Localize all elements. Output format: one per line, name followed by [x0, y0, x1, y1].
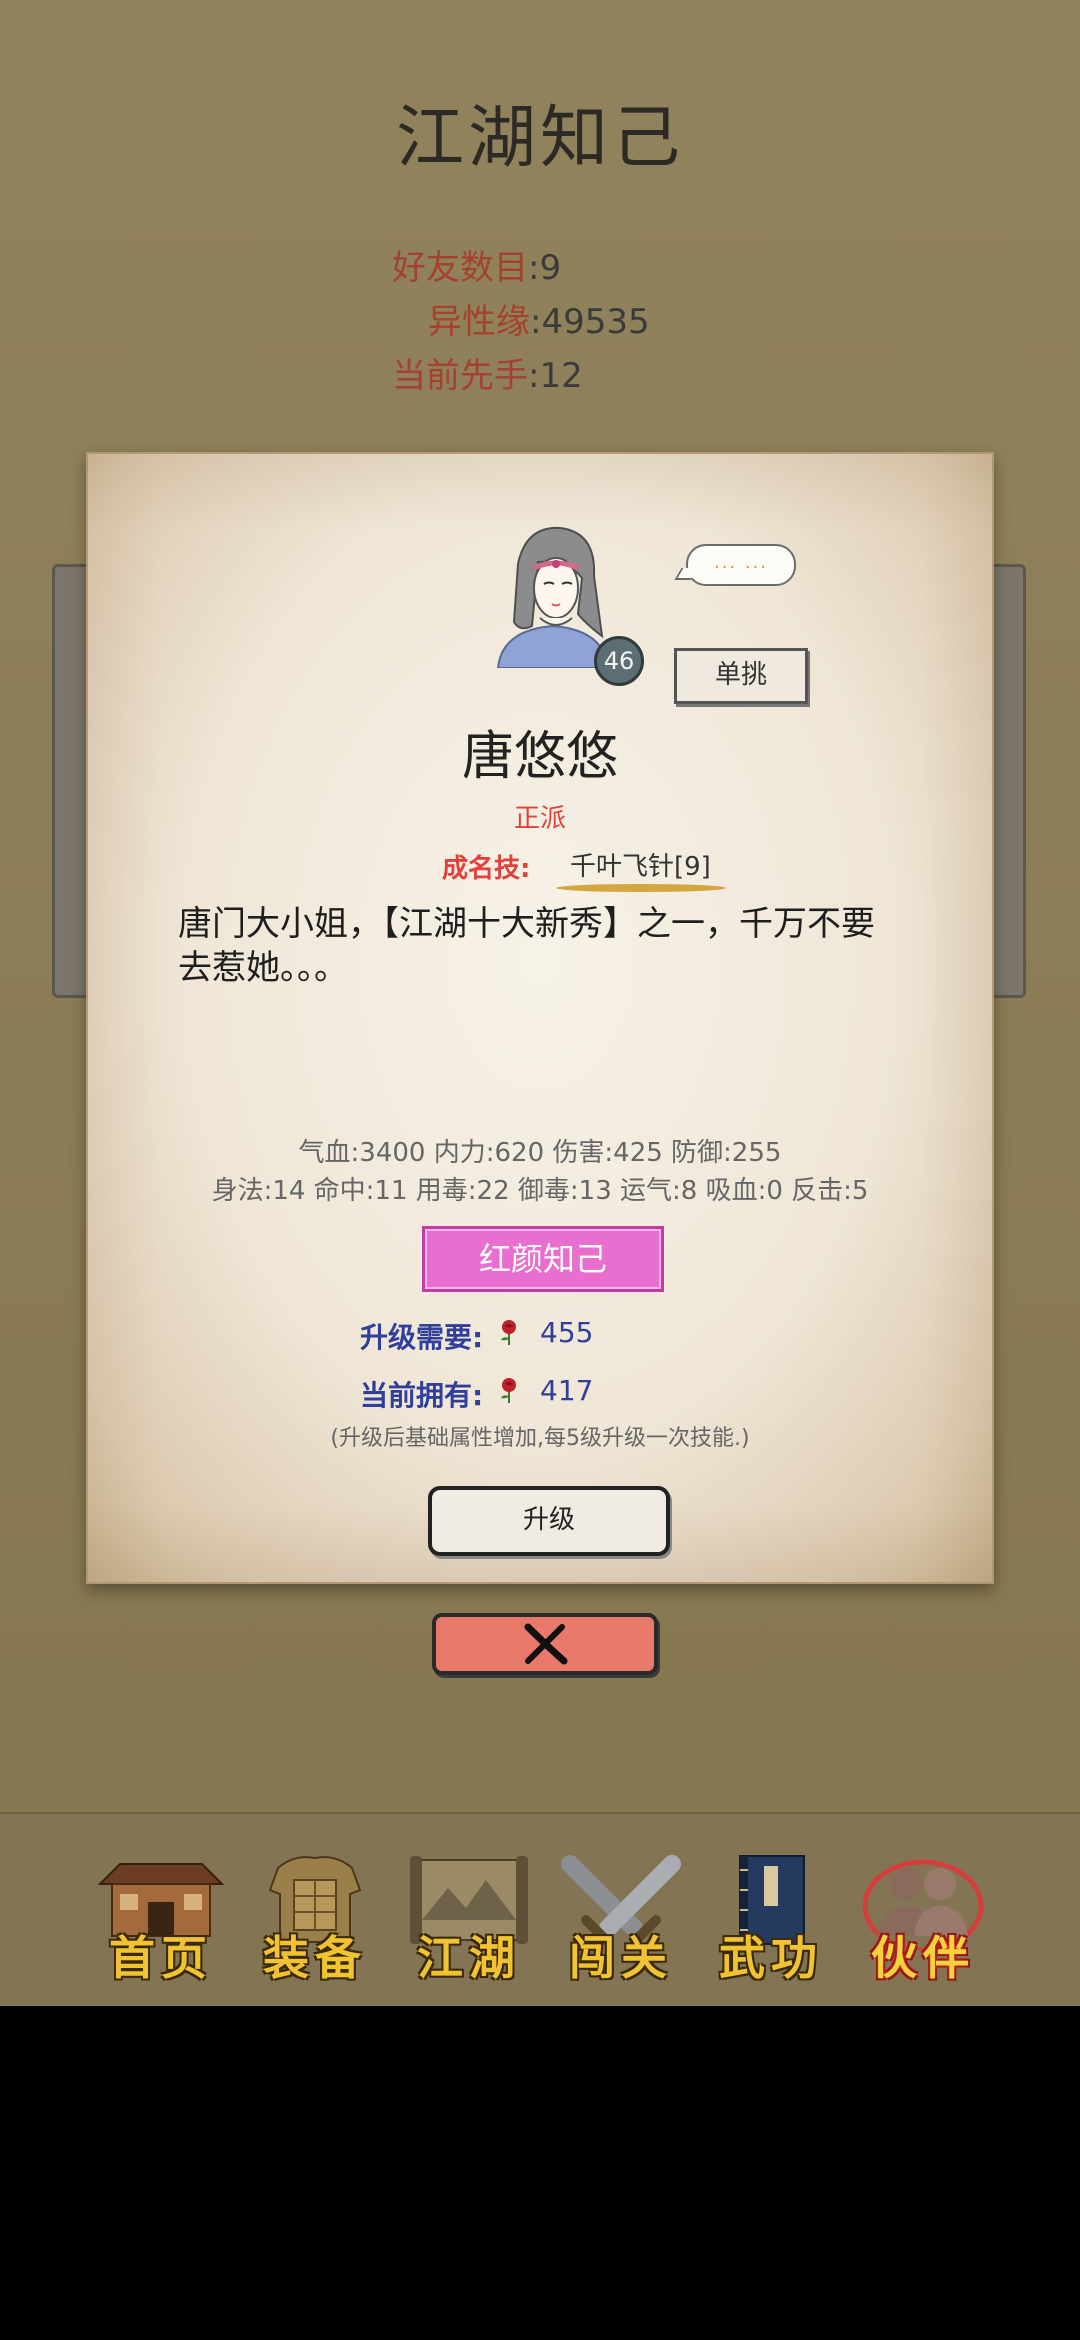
stat-charm: 异性缘:49535 — [428, 302, 650, 342]
stat-value: 9 — [539, 248, 562, 288]
nav-label: 闯关 — [569, 1931, 673, 1985]
rose-icon — [501, 1378, 516, 1403]
level-badge: 46 — [594, 636, 644, 686]
speech-bubble[interactable]: ... ... — [686, 544, 796, 586]
character-name: 唐悠悠 — [461, 727, 618, 787]
stat-label: 当前先手 — [392, 356, 528, 396]
nav-challenge[interactable]: 闯关 — [556, 1850, 686, 1985]
upgrade-required-value: 455 — [540, 1316, 594, 1349]
stat-value: 12 — [539, 356, 583, 396]
app-screen: 江湖知己 好友数目:9 异性缘:49535 当前先手:12 46 ... ...… — [0, 0, 1080, 2006]
duel-button[interactable]: 单挑 — [674, 648, 808, 704]
rose-icon — [501, 1320, 516, 1345]
signature-skill-name[interactable]: 千叶飞针[9] — [570, 846, 711, 883]
nav-label: 武功 — [719, 1931, 823, 1985]
side-panel-left — [52, 564, 88, 998]
stat-value: 49535 — [541, 302, 650, 342]
page-title: 江湖知己 — [395, 99, 684, 178]
companion-detail-card: 46 ... ... 单挑 唐悠悠 正派 成名技: 千叶飞针[9] 唐门大小姐，… — [86, 452, 994, 1584]
stat-label: 异性缘 — [428, 302, 530, 342]
upgrade-owned-label: 当前拥有: — [360, 1379, 484, 1412]
attributes-line-2: 身法:14 命中:11 用毒:22 御毒:13 运气:8 吸血:0 反击:5 — [211, 1176, 869, 1206]
character-description: 唐门大小姐，【江湖十大新秀】之一，千万不要去惹她。。。 — [178, 904, 875, 988]
nav-companions[interactable]: 伙伴 — [858, 1850, 988, 1985]
nav-martial-arts[interactable]: 武功 — [706, 1850, 836, 1985]
close-button[interactable] — [432, 1613, 658, 1675]
attributes-line-1: 气血:3400 内力:620 伤害:425 防御:255 — [298, 1138, 782, 1168]
nav-label: 江湖 — [417, 1931, 521, 1985]
stat-initiative: 当前先手:12 — [392, 356, 583, 396]
side-panel-right — [990, 564, 1026, 998]
stat-label: 好友数目 — [392, 248, 528, 288]
nav-equipment[interactable]: 装备 — [250, 1850, 380, 1985]
relationship-title-badge: 红颜知己 — [422, 1226, 664, 1292]
upgrade-owned-value: 417 — [540, 1374, 594, 1407]
bottom-nav: 首页 装备 江湖 闯关 武功 伙伴 — [0, 1812, 1080, 2006]
nav-label: 装备 — [263, 1931, 367, 1985]
nav-label: 伙伴 — [871, 1931, 975, 1985]
nav-jianghu[interactable]: 江湖 — [404, 1850, 534, 1985]
stat-friend-count: 好友数目:9 — [392, 248, 562, 288]
character-faction: 正派 — [513, 804, 566, 834]
upgrade-hint: (升级后基础属性增加,每5级升级一次技能.) — [330, 1426, 750, 1451]
nav-label: 首页 — [109, 1931, 213, 1985]
upgrade-required-label: 升级需要: — [360, 1321, 484, 1354]
upgrade-button[interactable]: 升级 — [428, 1486, 670, 1556]
signature-skill-label: 成名技: — [442, 854, 531, 884]
nav-home[interactable]: 首页 — [96, 1850, 226, 1985]
close-icon — [524, 1623, 568, 1665]
skill-underline — [556, 884, 726, 892]
